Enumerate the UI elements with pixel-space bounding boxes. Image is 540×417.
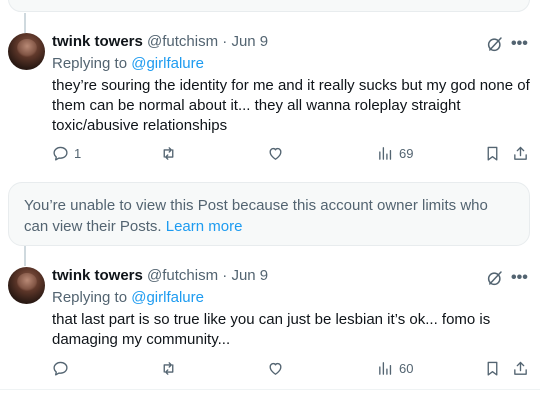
reply-prefix: Replying to [52,55,128,72]
like-icon [269,362,282,375]
restricted-post-notice: You’re unable to view this Post because … [8,182,530,246]
post-divider [0,389,540,390]
handle[interactable]: @futchism [147,267,218,284]
post-text: that last part is so true like you can j… [52,311,491,348]
share-icon [514,361,527,375]
display-name[interactable]: twink towers [52,33,143,50]
post[interactable]: twink towers @futchism · Jun 9 ••• Reply… [0,267,540,385]
bookmark-button[interactable] [484,357,501,379]
replying-to: Replying to @girlfalure [52,55,204,73]
views-button[interactable]: 60 [377,357,413,379]
post-header: twink towers @futchism · Jun 9 [52,267,268,285]
more-icon[interactable]: ••• [511,36,531,55]
previous-post-card [8,0,530,12]
reply-icon [53,361,68,376]
action-bar: 1 69 [0,142,540,164]
notice-message: You’re unable to view this Post because … [24,197,488,235]
like-button[interactable] [267,142,284,164]
post-text: they’re souring the identity for me and … [52,77,530,134]
reply-handle-link[interactable]: @girlfalure [131,55,204,72]
separator: · [222,33,228,50]
share-button[interactable] [512,142,529,164]
views-icon [379,146,392,160]
views-icon [379,361,392,375]
post-date[interactable]: Jun 9 [231,267,268,284]
share-icon [514,146,527,160]
bookmark-button[interactable] [484,142,501,164]
reply-icon [53,146,68,161]
reply-count: 1 [74,145,82,161]
repost-button[interactable] [160,357,177,379]
reply-button[interactable]: 1 [52,142,81,164]
post[interactable]: twink towers @futchism · Jun 9 ••• Reply… [0,33,540,181]
grok-icon[interactable] [486,269,504,287]
learn-more-link[interactable]: Learn more [166,218,243,235]
avatar[interactable] [8,33,45,70]
separator: · [222,267,228,284]
share-button[interactable] [512,357,529,379]
avatar[interactable] [8,267,45,304]
thread-line [24,246,26,266]
repost-icon [163,361,174,375]
replying-to: Replying to @girlfalure [52,289,204,307]
bookmark-icon [487,146,498,161]
post-date[interactable]: Jun 9 [231,33,268,50]
post-header: twink towers @futchism · Jun 9 [52,33,268,51]
more-icon[interactable]: ••• [511,270,531,289]
repost-button[interactable] [160,142,177,164]
reply-button[interactable] [52,357,74,379]
thread-line [24,13,26,33]
view-count: 60 [399,360,414,376]
views-button[interactable]: 69 [377,142,413,164]
reply-prefix: Replying to [52,289,128,306]
like-button[interactable] [267,357,284,379]
bookmark-icon [487,361,498,376]
view-count: 69 [399,145,414,161]
handle[interactable]: @futchism [147,33,218,50]
reply-handle-link[interactable]: @girlfalure [131,289,204,306]
action-bar: 60 [0,357,540,379]
grok-icon[interactable] [486,35,504,53]
repost-icon [163,146,174,160]
display-name[interactable]: twink towers [52,267,143,284]
like-icon [269,147,282,160]
